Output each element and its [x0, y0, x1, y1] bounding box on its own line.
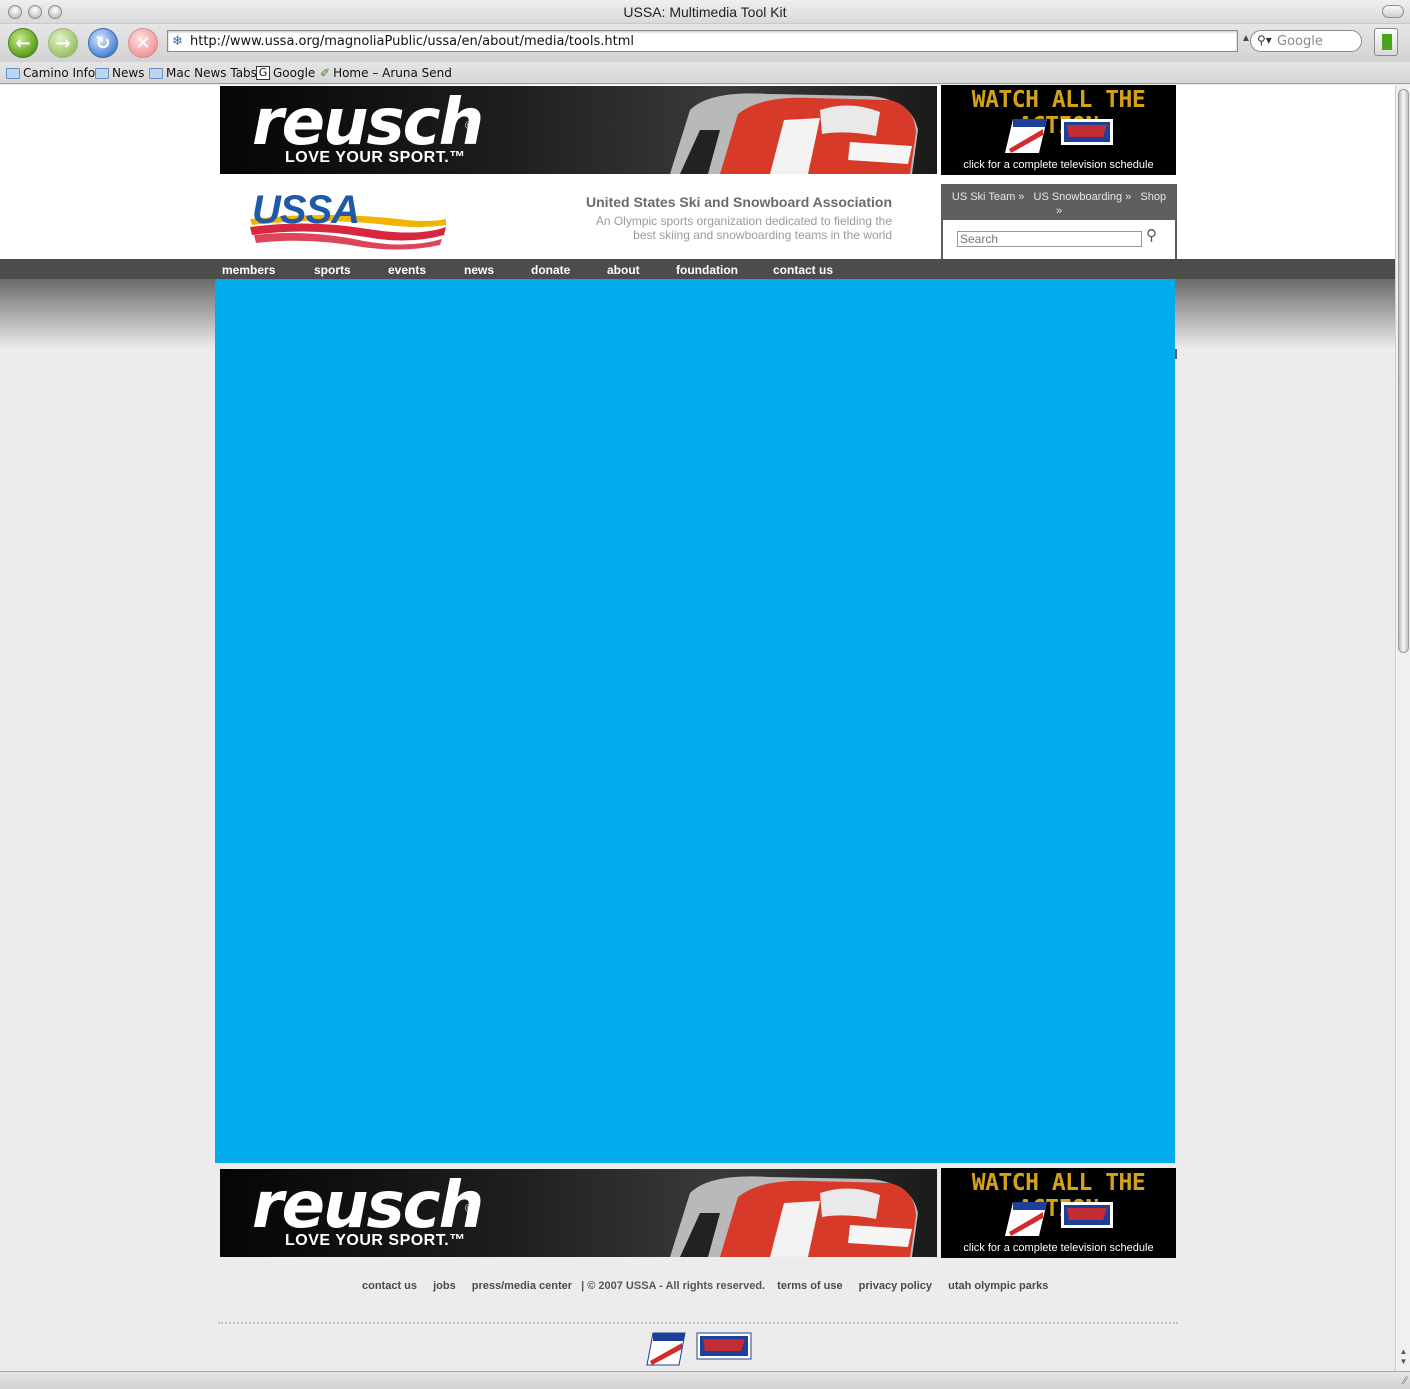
google-icon: G — [256, 66, 270, 80]
link-us-ski-team[interactable]: US Ski Team » — [952, 191, 1025, 203]
bookmarklet-icon: ✐ — [320, 66, 331, 80]
vertical-scrollbar[interactable]: ▲ ▼ — [1395, 85, 1410, 1371]
us-teams-logos — [1005, 1202, 1113, 1236]
bookmark-label: Camino Info — [23, 66, 96, 80]
link-shop[interactable]: Shop — [1140, 191, 1166, 203]
org-description-line: An Olympic sports organization dedicated… — [595, 214, 892, 228]
folder-icon — [95, 67, 109, 79]
status-bar: ∕∕ — [0, 1371, 1410, 1389]
registered-mark: ® — [465, 1203, 474, 1215]
window-title: USSA: Multimedia Tool Kit — [623, 4, 787, 20]
reusch-banner-ad-bottom[interactable]: reusch ® LOVE YOUR SPORT.™ — [220, 1169, 937, 1257]
footer-link-contact-us[interactable]: contact us — [362, 1280, 417, 1292]
logo-text: USSA — [252, 189, 359, 232]
ussa-logo[interactable]: USSA — [248, 189, 448, 251]
back-arrow-icon: ← — [15, 32, 31, 54]
tv-schedule-ad-bottom[interactable]: WATCH ALL THE ACTION click for a complet… — [941, 1168, 1176, 1258]
scroll-arrows[interactable]: ▲ ▼ — [1398, 1347, 1409, 1367]
bookmark-label: Google — [273, 66, 316, 80]
forward-arrow-icon: → — [55, 32, 71, 54]
search-placeholder: Google — [1277, 34, 1323, 49]
reload-icon: ↻ — [95, 32, 111, 54]
search-icon: ⚲▾ — [1257, 33, 1272, 47]
reusch-tagline: LOVE YOUR SPORT.™ — [285, 149, 466, 166]
bookmark-home-aruna[interactable]: ✐ Home – Aruna Send — [320, 66, 452, 80]
nav-news[interactable]: news — [464, 263, 494, 277]
nav-sports[interactable]: sports — [314, 263, 351, 277]
link-us-snowboarding[interactable]: US Snowboarding » — [1034, 191, 1132, 203]
bookmark-icon — [1382, 34, 1392, 50]
title-bar: USSA: Multimedia Tool Kit — [0, 0, 1410, 24]
reload-button[interactable]: ↻ — [88, 28, 118, 58]
nav-donate[interactable]: donate — [531, 263, 570, 277]
bookmark-google[interactable]: G Google — [256, 66, 315, 80]
tab-group-icon — [149, 67, 163, 79]
bookmark-label: News — [112, 66, 145, 80]
org-description-line: best skiing and snowboarding teams in th… — [633, 228, 892, 242]
footer-link-terms[interactable]: terms of use — [777, 1280, 842, 1292]
search-icon[interactable]: ⚲ — [1146, 226, 1157, 244]
page-viewport: reusch ® LOVE YOUR SPORT.™ WATCH ALL THE… — [0, 85, 1395, 1371]
footer-links: contact us jobs press/media center | © 2… — [362, 1280, 1061, 1292]
folder-icon — [6, 67, 20, 79]
copyright-text: | © 2007 USSA - All rights reserved. — [581, 1280, 766, 1292]
bookmarks-bar: Camino Info News Mac News Tabs G Google … — [0, 62, 1410, 84]
scroll-thumb[interactable] — [1398, 89, 1409, 653]
us-teams-logos — [1005, 119, 1113, 153]
bookmark-news[interactable]: News — [95, 66, 144, 80]
multimedia-content-area[interactable] — [215, 279, 1175, 1163]
search-field[interactable]: ⚲▾ Google — [1250, 30, 1362, 52]
registered-mark: ® — [465, 120, 474, 132]
org-description: An Olympic sports organization dedicated… — [560, 214, 892, 242]
org-name: United States Ski and Snowboard Associat… — [586, 194, 892, 210]
nav-members[interactable]: members — [222, 263, 275, 277]
resize-grip-icon[interactable]: ∕∕ — [1403, 1375, 1407, 1387]
bookmark-label: Home – Aruna Send — [333, 66, 452, 80]
bookmark-camino-info[interactable]: Camino Info — [6, 66, 95, 80]
close-icon: ✕ — [135, 32, 151, 54]
bookmark-mac-news-tabs[interactable]: Mac News Tabs — [149, 66, 257, 80]
tv-schedule-ad[interactable]: WATCH ALL THE ACTION click for a complet… — [941, 85, 1176, 175]
footer-link-privacy[interactable]: privacy policy — [859, 1280, 932, 1292]
footer-link-utah-olympic-parks[interactable]: utah olympic parks — [948, 1280, 1048, 1292]
footer-link-jobs[interactable]: jobs — [433, 1280, 456, 1292]
bookmark-label: Mac News Tabs — [166, 66, 257, 80]
nav-about[interactable]: about — [607, 263, 640, 277]
shop-arrow[interactable]: » — [1056, 205, 1062, 217]
browser-toolbar: ← → ↻ ✕ ❄ http://www.ussa.org/magnoliaPu… — [0, 24, 1410, 62]
site-search-input[interactable] — [957, 231, 1142, 247]
nav-contact-us[interactable]: contact us — [773, 263, 833, 277]
nav-events[interactable]: events — [388, 263, 426, 277]
quick-links-bar: US Ski Team » US Snowboarding » Shop » — [943, 186, 1175, 220]
glove-image — [670, 1176, 918, 1257]
url-text: http://www.ussa.org/magnoliaPublic/ussa/… — [190, 34, 635, 49]
toolbar-toggle-button[interactable] — [1382, 5, 1404, 18]
back-button[interactable]: ← — [8, 28, 38, 58]
nav-foundation[interactable]: foundation — [676, 263, 738, 277]
watch-caption: click for a complete television schedule — [963, 159, 1154, 171]
footer-divider — [218, 1322, 1178, 1324]
footer-team-logos[interactable] — [645, 1331, 755, 1367]
reusch-tagline: LOVE YOUR SPORT.™ — [285, 1232, 466, 1249]
bookmarks-button[interactable] — [1374, 28, 1398, 56]
stop-button[interactable]: ✕ — [128, 28, 158, 58]
address-bar[interactable]: ❄ http://www.ussa.org/magnoliaPublic/uss… — [167, 30, 1238, 52]
reusch-banner-ad[interactable]: reusch ® LOVE YOUR SPORT.™ — [220, 86, 937, 174]
glove-image — [670, 93, 918, 174]
footer-link-press-media[interactable]: press/media center — [472, 1280, 572, 1292]
forward-button[interactable]: → — [48, 28, 78, 58]
watch-caption: click for a complete television schedule — [963, 1242, 1154, 1254]
site-favicon-icon: ❄ — [172, 33, 183, 48]
